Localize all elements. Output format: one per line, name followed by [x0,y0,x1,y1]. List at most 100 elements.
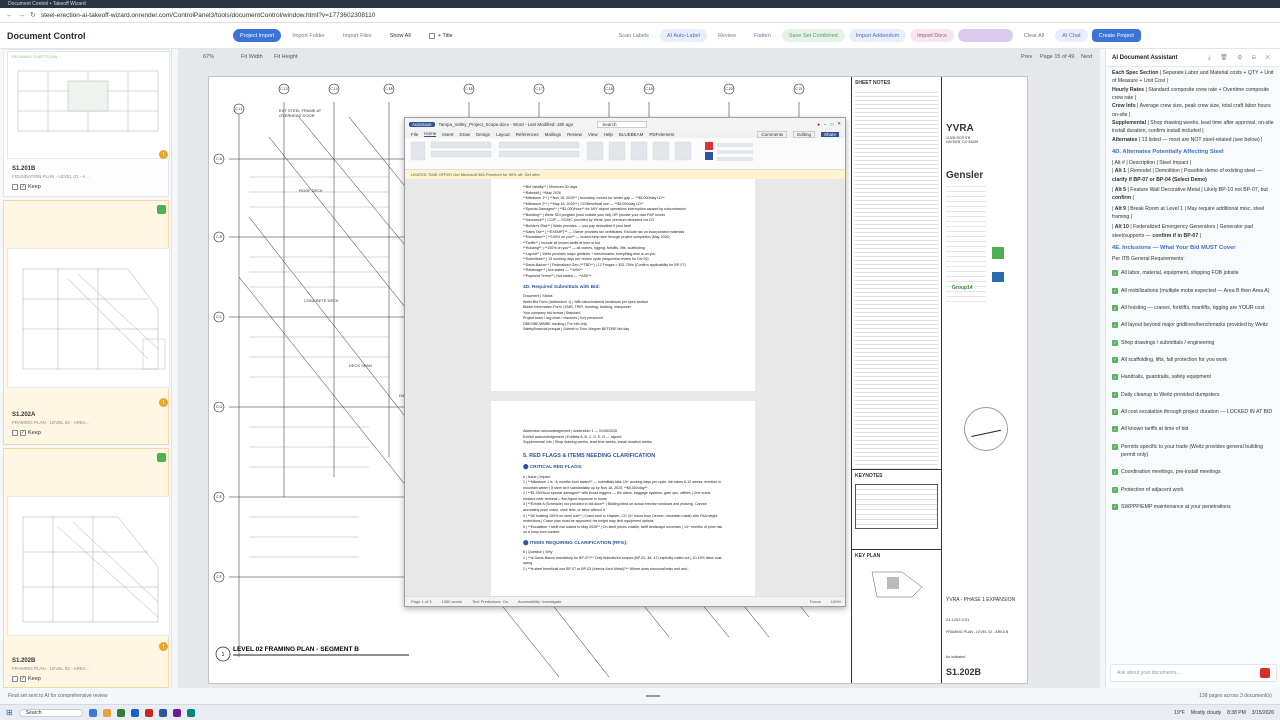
key-plan-heading: KEY PLAN [852,549,941,562]
browser-tab-bar[interactable]: Document Control • Takeoff Wizard [0,0,1280,8]
sheet-thumbnail[interactable] [7,248,170,388]
zoom-level[interactable]: 67% [203,54,214,60]
expand-checkbox[interactable] [12,430,18,436]
word-app-icon[interactable] [158,708,167,717]
project-import-button[interactable]: Project Import [233,29,282,42]
word-text-predictions[interactable]: Text Predictions: On [472,599,508,604]
doc-page-1[interactable]: **Bid Validity** | Minimum 30 days **Rate… [491,179,755,391]
sheet-card-s1-202b[interactable]: ! S1.202B FRAMING PLAN - LEVEL 02 - AREA… [3,448,170,688]
fit-width-button[interactable]: Fit Width [241,54,263,60]
keep-checkbox[interactable]: ✓ [20,184,26,190]
import-folder-button[interactable]: Import Folder [285,29,332,42]
app-icon[interactable] [116,708,125,717]
document-viewer[interactable]: 67% Fit Width Fit Height Prev Page 15 of… [178,49,1100,688]
ribbon-tab[interactable]: Draw [460,132,471,137]
app-icon[interactable] [186,708,195,717]
grid-label: C.C [216,315,223,319]
ribbon-tab[interactable]: Review [567,132,582,137]
next-page-button[interactable]: Next [1081,54,1092,60]
review-button[interactable]: Review [711,29,743,42]
url-text[interactable]: steel-erection-ai-takeoff-wizard.onrende… [41,12,376,19]
app-icon[interactable] [172,708,181,717]
profile-icon[interactable]: ● [817,122,820,127]
sheet-list-panel[interactable]: RETAINED SHEETS (59) ! S1.201B FOUNDATIO… [0,49,172,688]
app-icon[interactable] [102,708,111,717]
inclusion-text: All hoisting — cranes, forklifts, manlif… [1121,305,1265,312]
import-files-button[interactable]: Import Files [336,29,379,42]
ai-chat-button[interactable]: AI Chat [1055,29,1088,42]
sheet-card-s1-201b[interactable]: RETAINED SHEETS (59) ! S1.201B FOUNDATIO… [3,49,170,197]
save-set-combined-button[interactable]: Save Set Combined [781,29,845,42]
offer-banner[interactable]: LIMITED TIME OFFER Get Microsoft 365 Pre… [405,170,845,179]
address-bar[interactable]: ← → ↻ steel-erection-ai-takeoff-wizard.o… [0,8,1280,23]
assistant-input[interactable]: Ask about your documents... [1110,664,1277,682]
unlabeled-purple-button[interactable] [957,29,1013,42]
ribbon-tab[interactable]: File [411,132,418,137]
word-search-box[interactable]: Search [597,120,648,128]
keep-toggle[interactable]: ✓ Keep [12,184,41,190]
assistant-header-icons[interactable]: ⤓ 🗑 ⚙ ⊟ ✕ [1208,54,1274,62]
word-window[interactable]: AutoSave Tampa_Valley_Project_Scope.docx… [404,117,846,607]
ribbon-tab[interactable]: References [516,132,539,137]
scan-labels-button[interactable]: Scan Labels [612,29,656,42]
word-document-area[interactable]: **Bid Validity** | Minimum 30 days **Rate… [405,179,845,597]
word-title-bar[interactable]: AutoSave Tampa_Valley_Project_Scope.docx… [405,118,845,130]
ribbon-tab[interactable]: View [588,132,598,137]
expand-checkbox[interactable] [12,676,18,682]
browser-tab-title[interactable]: Document Control • Takeoff Wizard [8,1,86,7]
ribbon-tab[interactable]: Design [476,132,490,137]
maximize-icon[interactable]: □ [831,122,834,127]
app-icon[interactable] [130,708,139,717]
create-project-button[interactable]: Create Project [1091,29,1141,42]
ribbon-tab[interactable]: Help [604,132,613,137]
ai-auto-label-button[interactable]: AI Auto-Label [659,29,707,42]
ai-assistant-panel[interactable]: AI Document Assistant ⤓ 🗑 ⚙ ⊟ ✕ Each Spe… [1105,49,1280,688]
close-icon[interactable]: ✕ [837,121,841,127]
reload-icon[interactable]: ↻ [30,11,36,19]
clear-all-button[interactable]: Clear All [1017,29,1051,42]
send-button[interactable] [1260,668,1270,678]
word-zoom-level[interactable]: 100% [831,599,841,604]
fit-height-button[interactable]: Fit Height [274,54,298,60]
sheet-thumbnail[interactable] [7,496,170,636]
windows-start-icon[interactable]: ⊞ [6,708,13,717]
flatten-button[interactable]: Flatten [747,29,778,42]
ribbon-tab[interactable]: PDFelement [649,132,674,137]
weather-temp[interactable]: 19°F [1174,710,1185,716]
ribbon-tab[interactable]: BLUEBEAM [619,132,644,137]
keep-checkbox[interactable]: ✓ [20,676,26,682]
drag-handle[interactable] [646,695,661,697]
taskbar-search[interactable]: Search [18,708,83,717]
app-icon[interactable] [88,708,97,717]
keep-checkbox[interactable]: ✓ [20,430,26,436]
app-icon[interactable] [144,708,153,717]
keep-toggle[interactable]: ✓ Keep [12,430,41,436]
expand-checkbox[interactable] [12,184,18,190]
comments-button[interactable]: Comments [757,130,788,138]
title-checkbox[interactable] [428,32,435,39]
ribbon-tab[interactable]: Home [424,131,437,137]
editing-button[interactable]: Editing [793,130,815,138]
word-accessibility[interactable]: Accessibility: Investigate [518,599,561,604]
import-addendum-button[interactable]: Import Addendum [848,29,907,42]
title-toggle[interactable]: + Title [422,29,460,42]
show-all-select[interactable]: Show All [383,29,418,42]
doc-page-2[interactable]: Addendum acknowledgement | Addendum 1 — … [491,401,755,597]
sheet-card-s1-202a[interactable]: ! S1.202A FRAMING PLAN - LEVEL 02 - AREA… [3,200,170,445]
keep-toggle[interactable]: ✓ Keep [12,676,41,682]
minimize-icon[interactable]: – [824,122,827,127]
word-ribbon[interactable] [405,138,845,170]
clock-date[interactable]: 3/15/2026 [1252,710,1274,716]
prev-page-button[interactable]: Prev [1021,54,1032,60]
ribbon-tab[interactable]: Mailings [545,132,562,137]
share-button[interactable]: Share [820,131,839,137]
import-docs-button[interactable]: Import Docs [910,29,954,42]
back-icon[interactable]: ← [6,12,13,19]
ribbon-tab[interactable]: Layout [496,132,510,137]
clock-time[interactable]: 8:38 PM [1227,710,1246,716]
forward-icon[interactable]: → [18,12,25,19]
word-focus-button[interactable]: Focus [810,599,821,604]
sheet-thumbnail[interactable]: RETAINED SHEETS (59) [7,51,170,159]
autosave-toggle[interactable]: AutoSave [409,121,435,127]
ribbon-tab[interactable]: Insert [442,132,453,137]
